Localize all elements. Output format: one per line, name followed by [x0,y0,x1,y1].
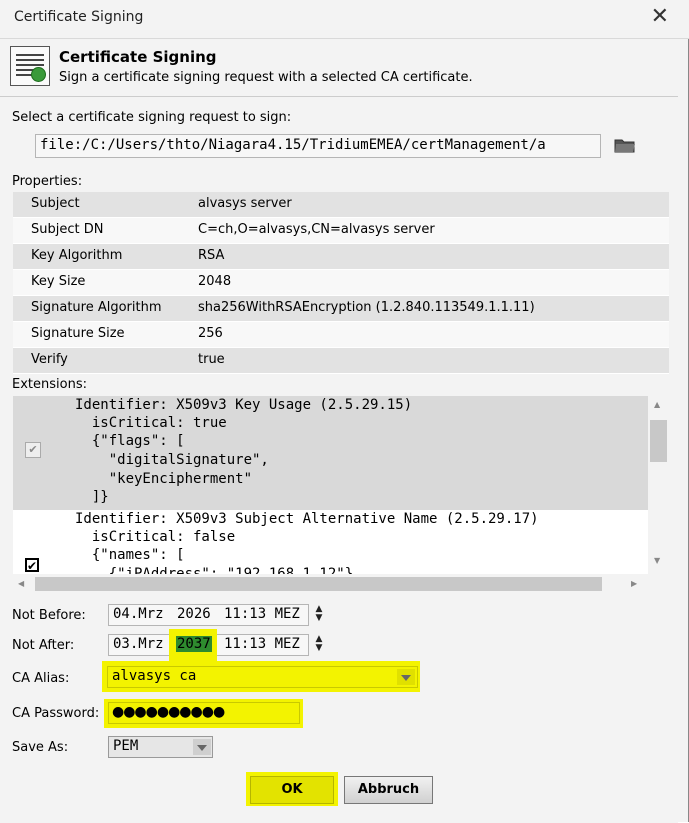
prop-value: RSA [198,248,225,263]
csr-path-field[interactable]: file:/C:/Users/thto/Niagara4.15/TridiumE… [35,134,601,158]
table-row: Key Algorithm RSA [13,244,669,270]
prop-value: C=ch,O=alvasys,CN=alvasys server [198,222,435,237]
table-row: Subject alvasys server [13,192,669,218]
ca-alias-value: alvasys ca [112,668,197,684]
prop-key: Signature Algorithm [31,300,162,315]
cancel-button[interactable]: Abbruch [344,776,433,804]
list-item[interactable]: ✔ Identifier: X509v3 Subject Alternative… [13,510,648,574]
not-after-spinner[interactable]: ▲ ▼ [313,635,325,655]
save-as-select[interactable]: PEM [108,736,213,758]
prop-value: 2048 [198,274,232,289]
prop-key: Subject DN [31,222,104,237]
title-bar: Certificate Signing ✕ [0,0,689,39]
properties-label: Properties: [12,174,83,189]
extension-line: "digitalSignature", [75,452,269,468]
scroll-thumb[interactable] [35,577,602,591]
ca-alias-label: CA Alias: [12,671,70,686]
chevron-down-icon [197,745,207,751]
extensions-label: Extensions: [12,377,87,392]
extension-line: {"names": [ [75,547,185,563]
prop-value: 256 [198,326,223,341]
dialog-header: Certificate Signing Sign a certificate s… [0,40,678,92]
table-row: Verify true [13,348,669,374]
certificate-icon [10,46,50,86]
extension-line: ]} [75,489,109,505]
csr-label: Select a certificate signing request to … [12,110,292,125]
save-as-label: Save As: [12,740,69,755]
prop-value: sha256WithRSAEncryption (1.2.840.113549.… [198,300,535,315]
extensions-list[interactable]: ✔ Identifier: X509v3 Key Usage (2.5.29.1… [13,396,648,574]
extension-checkbox[interactable]: ✔ [25,442,41,458]
not-after-time[interactable]: 11:13 MEZ [224,636,300,652]
not-before-label: Not Before: [12,608,86,623]
not-before-year[interactable]: 2026 [177,606,211,622]
extension-line: isCritical: false [75,529,236,545]
prop-key: Subject [31,196,80,211]
prop-key: Signature Size [31,326,125,341]
csr-path-text: file:/C:/Users/thto/Niagara4.15/TridiumE… [40,137,546,153]
ca-password-field[interactable]: ●●●●●●●●●● [108,702,300,724]
not-after-field[interactable]: 03.Mrz 2037 11:13 MEZ [108,629,309,661]
extension-line: isCritical: true [75,415,227,431]
extensions-vertical-scrollbar[interactable]: ▲ ▼ [648,396,669,574]
extension-line: Identifier: X509v3 Key Usage (2.5.29.15) [75,397,413,413]
not-after-label: Not After: [12,638,75,653]
chevron-down-icon [401,675,411,681]
table-row: Key Size 2048 [13,270,669,296]
table-row: Subject DN C=ch,O=alvasys,CN=alvasys serv… [13,218,669,244]
scroll-left-icon[interactable]: ◀ [18,579,24,588]
prop-key: Verify [31,352,68,367]
extensions-horizontal-scrollbar[interactable]: ◀ ▶ [13,574,648,595]
not-before-spinner[interactable]: ▲ ▼ [313,605,325,625]
list-item[interactable]: ✔ Identifier: X509v3 Key Usage (2.5.29.1… [13,396,648,510]
extension-line: Identifier: X509v3 Subject Alternative N… [75,511,539,527]
ok-button[interactable]: OK [250,776,334,804]
folder-icon[interactable] [614,137,636,154]
not-after-day[interactable]: 03.Mrz [113,636,164,652]
table-row: Signature Size 256 [13,322,669,348]
table-row: Signature Algorithm sha256WithRSAEncrypti… [13,296,669,322]
not-before-time[interactable]: 11:13 MEZ [224,606,300,622]
scroll-thumb[interactable] [650,420,667,462]
extension-line: "keyEncipherment" [75,471,253,487]
extension-line: {"iPAddress": "192.168.1.12"}, [75,566,362,574]
not-before-field[interactable]: 04.Mrz 2026 11:13 MEZ [108,604,309,626]
header-title: Certificate Signing [59,48,217,66]
dropdown-button[interactable] [193,739,211,755]
prop-key: Key Algorithm [31,248,123,263]
certificate-signing-dialog: Certificate Signing ✕ Certificate Signin… [0,0,689,823]
dialog-body: Select a certificate signing request to … [0,96,678,823]
ca-password-label: CA Password: [12,706,100,721]
window-title: Certificate Signing [14,9,144,25]
dropdown-button[interactable] [397,669,415,685]
prop-value: true [198,352,225,367]
extension-line: {"flags": [ [75,433,185,449]
ca-alias-select[interactable]: alvasys ca [107,666,418,688]
prop-value: alvasys server [198,196,292,211]
close-icon[interactable]: ✕ [651,4,669,30]
extension-checkbox[interactable]: ✔ [25,558,39,573]
prop-key: Key Size [31,274,86,289]
not-before-day[interactable]: 04.Mrz [113,606,164,622]
not-after-year[interactable]: 2037 [176,636,212,652]
ca-password-value: ●●●●●●●●●● [112,704,225,720]
scroll-down-icon[interactable]: ▼ [654,556,660,565]
save-as-value: PEM [113,738,139,754]
properties-table: Subject alvasys server Subject DN C=ch,O=a… [13,192,669,374]
scroll-right-icon[interactable]: ▶ [631,579,637,588]
scroll-up-icon[interactable]: ▲ [654,400,660,409]
header-subtitle: Sign a certificate signing request with … [59,70,473,85]
